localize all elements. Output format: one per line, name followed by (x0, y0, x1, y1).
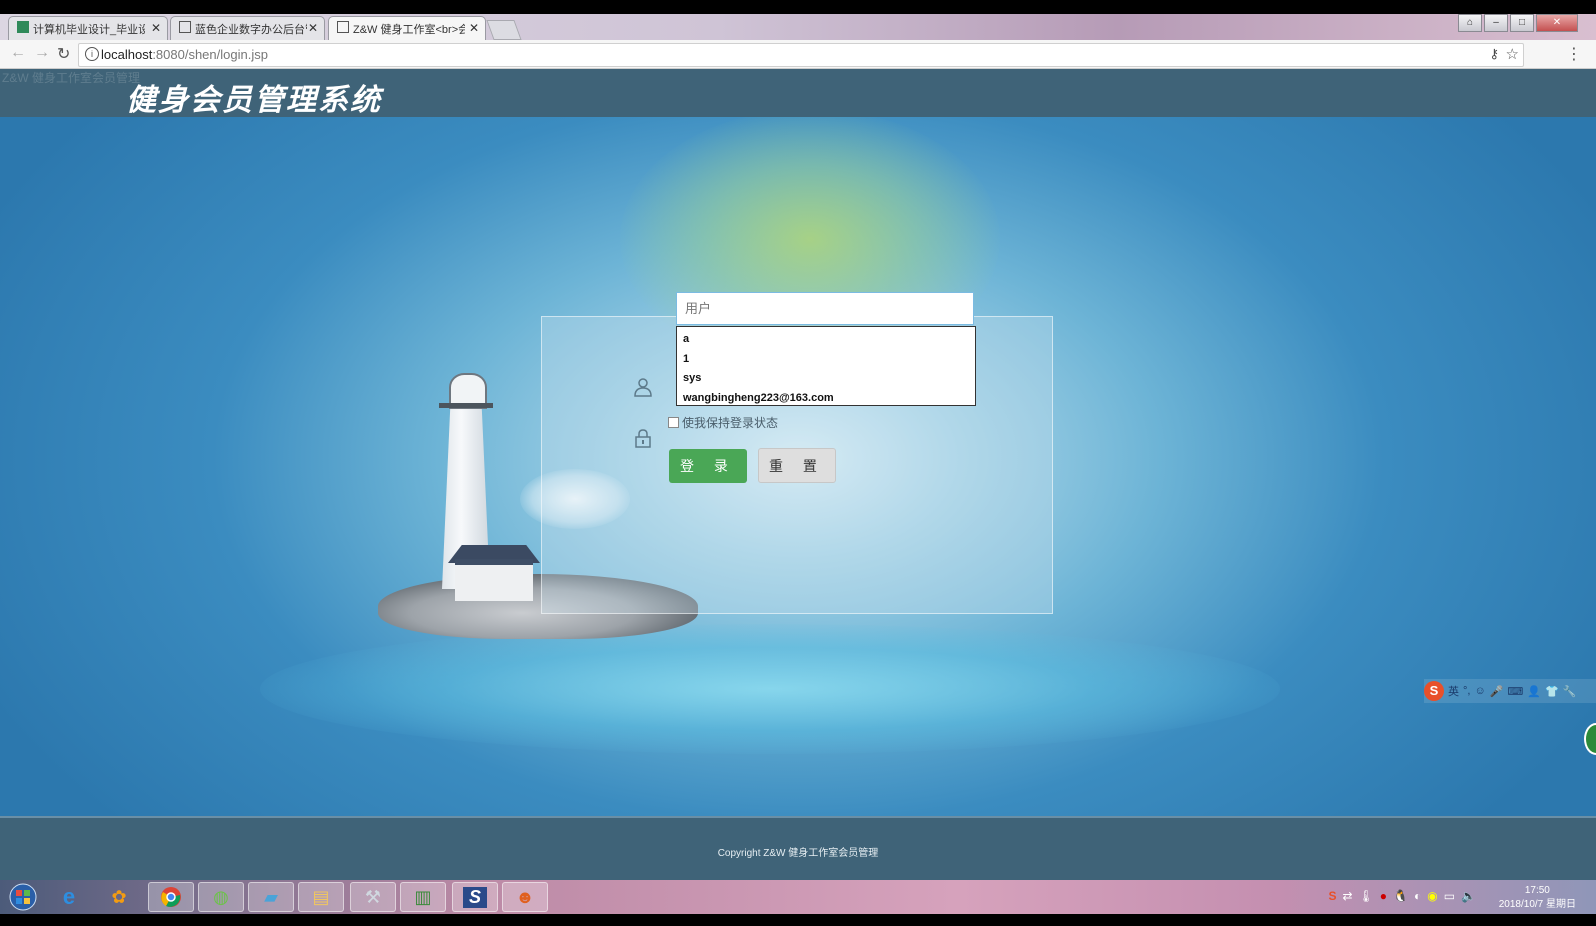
remember-checkbox[interactable] (668, 417, 679, 428)
punctuation-icon[interactable]: °, (1463, 685, 1470, 697)
autocomplete-item[interactable]: wangbingheng223@163.com (677, 389, 975, 409)
login-button[interactable]: 登 录 (669, 449, 747, 483)
username-input[interactable] (676, 292, 974, 325)
lighthouse-gallery (439, 403, 493, 408)
close-icon[interactable]: ✕ (151, 21, 161, 35)
start-button[interactable] (0, 882, 46, 912)
qq-icon[interactable]: 🐧 (1393, 889, 1408, 903)
browser-toolbar: ← → ↻ i localhost:8080/shen/login.jsp ⚷ … (0, 40, 1596, 69)
floating-widget[interactable] (1584, 723, 1596, 755)
site-favicon (17, 21, 29, 33)
system-tray: S ⇄ 🌡 ● 🐧 ◐ ◉ ▭ 🔈 (1328, 889, 1476, 903)
browser-tab-strip: 计算机毕业设计_毕业设 ✕ 蓝色企业数字办公后台管 ✕ Z&W 健身工作室<br… (0, 14, 1596, 40)
skin-icon[interactable]: 👕 (1545, 685, 1559, 698)
page-header: Z&W 健身工作室会员管理 健身会员管理系统 (0, 69, 1596, 118)
lock-icon (634, 428, 652, 453)
autocomplete-item[interactable]: a (677, 330, 975, 350)
chart-app-icon[interactable]: ▥ (400, 882, 446, 912)
clock-time: 17:50 (1524, 885, 1550, 896)
autocomplete-item[interactable]: sys (677, 369, 975, 389)
close-icon[interactable]: ✕ (308, 21, 318, 35)
app-icon-mascot[interactable]: ☻ (502, 882, 548, 912)
menu-icon[interactable]: ⋮ (1566, 44, 1582, 64)
remember-me[interactable]: 使我保持登录状态 (668, 414, 778, 431)
user-icon[interactable]: 👤 (1527, 685, 1541, 698)
ie-icon[interactable]: e (46, 882, 92, 912)
autocomplete-item[interactable]: 1 (677, 350, 975, 370)
sogou-icon[interactable]: S (1424, 681, 1444, 701)
clock-date: 2018/10/7 星期日 (1498, 899, 1576, 910)
app-icon-green[interactable]: ◍ (198, 882, 244, 912)
tray-app-icon[interactable]: ◐ (1414, 889, 1421, 903)
reload-icon[interactable]: ↻ (57, 44, 70, 64)
copyright-text: Copyright Z&W 健身工作室会员管理 (717, 848, 879, 859)
keyboard-icon[interactable]: ⌨ (1507, 685, 1523, 698)
user-icon (633, 377, 653, 402)
address-bar[interactable]: i localhost:8080/shen/login.jsp ⚷ ☆ (78, 43, 1524, 67)
minimize-button[interactable]: – (1484, 14, 1508, 32)
tab-zw-fitness[interactable]: Z&W 健身工作室<br>会 ✕ (328, 16, 486, 40)
microphone-icon[interactable]: 🎤 (1490, 685, 1504, 698)
info-icon[interactable]: i (85, 47, 99, 61)
display-icon[interactable]: ▭ (1444, 889, 1455, 903)
taskbar: e ✿ ◍ ▰ ▤ ⚒ ▥ S ☻ S ⇄ 🌡 ● 🐧 ◐ ◉ ▭ 🔈 17:5… (0, 880, 1596, 914)
app-icon-book[interactable]: ▰ (248, 882, 294, 912)
chrome-icon[interactable] (148, 882, 194, 912)
remember-label: 使我保持登录状态 (682, 416, 779, 430)
new-tab-button[interactable] (486, 20, 522, 40)
tray-app-icon[interactable]: ◉ (1427, 889, 1437, 903)
header-small-title: Z&W 健身工作室会员管理 (2, 71, 140, 85)
close-icon[interactable]: ✕ (469, 21, 479, 35)
sogou-tray-icon[interactable]: S (1328, 889, 1336, 903)
wrench-icon[interactable]: 🔧 (1563, 685, 1577, 698)
reset-button[interactable]: 重 置 (758, 448, 836, 483)
volume-icon[interactable]: 🔈 (1461, 889, 1476, 903)
page-footer: Copyright Z&W 健身工作室会员管理 (0, 816, 1596, 880)
url-text: localhost:8080/shen/login.jsp (101, 47, 268, 62)
clock[interactable]: 17:50 2018/10/7 星期日 (1499, 884, 1576, 912)
back-icon[interactable]: ← (10, 44, 26, 62)
close-window-button[interactable]: ✕ (1536, 14, 1578, 32)
sea-illustration (260, 624, 1280, 754)
tab-graduation-design[interactable]: 计算机毕业设计_毕业设 ✕ (8, 16, 168, 40)
system-logo: 健身会员管理系统 (126, 83, 382, 118)
ime-toolbar: S 英 °, ☺ 🎤 ⌨ 👤 👕 🔧 (1424, 679, 1596, 703)
window-controls: ⌂ – □ ✕ (1458, 14, 1578, 32)
house-illustration (455, 559, 533, 601)
emoji-icon[interactable]: ☺ (1474, 685, 1485, 697)
security-icon[interactable]: ● (1380, 889, 1387, 903)
key-icon[interactable]: ⚷ (1489, 46, 1499, 62)
tools-icon[interactable]: ⚒ (350, 882, 396, 912)
app-icon-s[interactable]: S (452, 882, 498, 912)
network-icon[interactable]: ⇄ (1342, 889, 1352, 903)
media-icon[interactable]: ✿ (96, 882, 142, 912)
forward-icon[interactable]: → (34, 44, 50, 62)
image-icon (337, 21, 349, 33)
maximize-button[interactable]: □ (1510, 14, 1534, 32)
thermometer-icon[interactable]: 🌡 (1359, 889, 1374, 903)
autocomplete-dropdown: a 1 sys wangbingheng223@163.com (676, 326, 976, 406)
image-icon (179, 21, 191, 33)
ime-mode-label[interactable]: 英 (1448, 683, 1459, 699)
folder-icon[interactable]: ▤ (298, 882, 344, 912)
tab-blue-office[interactable]: 蓝色企业数字办公后台管 ✕ (170, 16, 325, 40)
star-icon[interactable]: ☆ (1506, 45, 1519, 63)
user-icon[interactable]: ⌂ (1458, 14, 1482, 32)
